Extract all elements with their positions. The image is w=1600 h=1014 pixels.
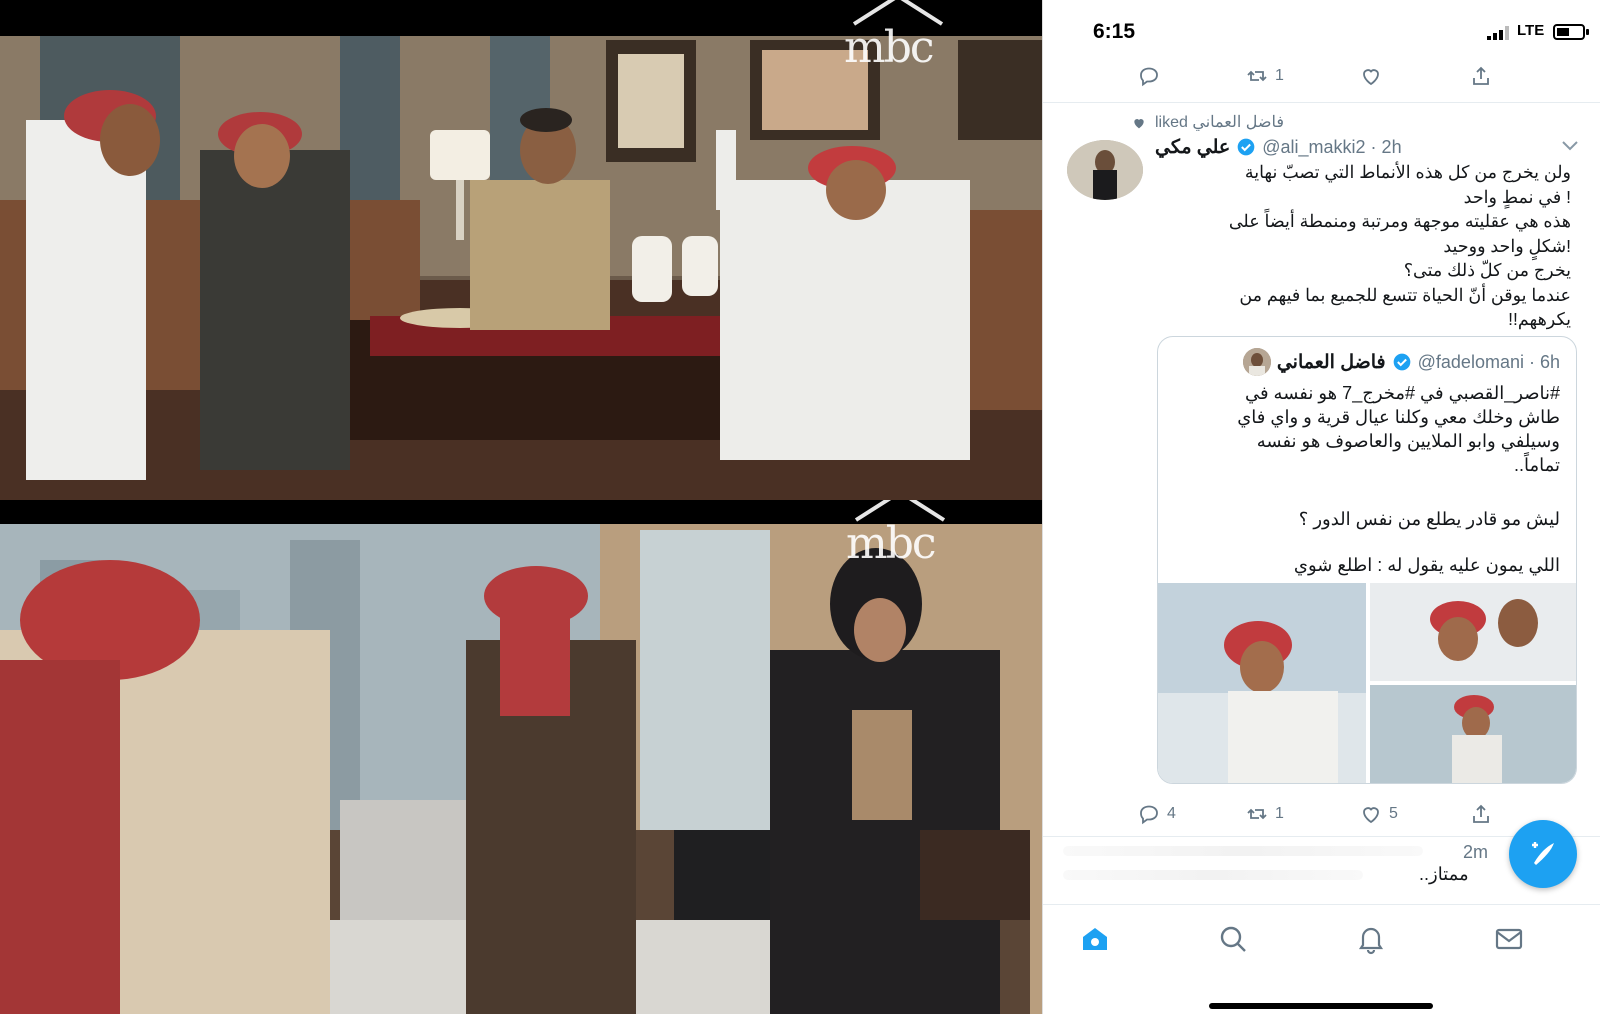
quote-avatar-image [1242,348,1271,376]
reply-count: 4 [1167,805,1176,822]
screenshot-root: mbc mbc 6:15 LTE 1 فاضل العماني liked عل… [0,0,1600,1014]
compose-icon [1532,842,1554,865]
quote-body: #ناصر_القصبي في #مخرج_7 هو نفسه في طاش و… [1170,381,1560,577]
tweet-body: ولن يخرج من كل هذه الأنماط التي تصبّ نها… [1155,160,1571,332]
status-bar: 6:15 LTE [1043,0,1600,62]
share-icon [1473,66,1489,85]
like-button[interactable]: 5 [1359,802,1398,826]
logo-roof-icon [854,500,946,522]
battery-cap [1586,29,1589,35]
quote-closing: اللي يمون عليه يقول له : اطلع شوي [1293,555,1560,575]
tweet-line: هذه هي عقليته موجهة ومرتبة ومنمطة أيضاً … [1228,211,1571,231]
bell-icon[interactable] [1355,923,1387,955]
avatar-image [1067,140,1143,200]
quote-line: #ناصر_القصبي في #مخرج_7 هو نفسه في [1244,383,1560,403]
prev-tweet-actions: 1 [1043,64,1600,98]
reply-button[interactable] [1137,64,1167,88]
tweet-line: يكرههم!! [1508,309,1571,329]
verified-badge-icon [1237,138,1255,156]
mbc-logo-text: mbc [844,22,935,73]
video-stills: mbc mbc [0,0,1042,1014]
quote-header: فاضل العماني @fadelomani · 6h [1158,348,1576,376]
home-indicator [1209,1003,1433,1009]
quote-line: تماماً.. [1513,455,1560,475]
reply-button[interactable]: 4 [1137,802,1176,826]
retweet-count: 1 [1275,805,1284,822]
tweet-line: ولن يخرج من كل هذه الأنماط التي تصبّ نها… [1244,162,1571,182]
quote-line: وسيلفي وابو الملايين والعاصوف هو نفسه [1256,431,1560,451]
quote-avatar [1242,348,1271,376]
social-context: فاضل العماني liked [1043,112,1600,132]
twitter-phone-screen: 6:15 LTE 1 فاضل العماني liked علي مكي @a… [1042,0,1600,1014]
blurred-content [1063,870,1363,880]
reply-icon [1140,67,1158,87]
media-thumbnails [1158,583,1576,783]
like-count: 5 [1389,805,1398,822]
tweet-header: علي مكي @ali_makki2 · 2h [1155,134,1565,160]
bottom-tab-bar [1043,904,1600,1014]
retweet-count: 1 [1275,67,1284,84]
share-button[interactable] [1469,802,1493,826]
next-tweet-text: ممتاز.. [1419,864,1469,884]
mbc-logo-bottom: mbc [846,500,946,569]
verified-badge-icon [1393,353,1410,371]
office-scene [0,500,1042,1014]
like-button[interactable] [1359,64,1389,88]
quote-question: ليش مو قادر يطلع من نفس الدور ؟ [1298,509,1560,529]
retweet-button[interactable]: 1 [1245,64,1284,88]
next-tweet-time: 2m [1463,842,1489,862]
tweet-line: ! في نمطٍ واحد [1463,186,1571,207]
quote-handle-time: @fadelomani · 6h [1417,351,1560,372]
home-icon[interactable] [1079,923,1111,955]
reply-icon [1140,805,1158,825]
quote-media-grid[interactable] [1158,583,1576,783]
blurred-content [1063,846,1423,856]
battery-icon [1553,24,1585,40]
author-name[interactable]: علي مكي [1155,136,1230,159]
retweet-button[interactable]: 1 [1245,802,1284,826]
status-time: 6:15 [1093,20,1136,43]
author-handle-time: @ali_makki2 · 2h [1262,136,1402,157]
divider [1043,102,1600,103]
quote-spacer [1170,531,1560,555]
living-room-scene [0,0,1042,500]
tweet-line: عندما يوقن أنّ الحياة تتسع للجميع بما في… [1239,284,1571,305]
heart-icon [1363,807,1379,824]
quoted-tweet[interactable]: فاضل العماني @fadelomani · 6h #ناصر_القص… [1157,336,1577,784]
quote-spacer [1170,477,1560,501]
search-icon[interactable] [1217,923,1249,955]
heart-icon [1363,69,1379,86]
liked-by-text: فاضل العماني liked [1155,114,1284,131]
mbc-logo-text: mbc [846,518,937,569]
signal-icon [1487,26,1509,40]
mbc-logo-top: mbc [844,0,944,73]
quote-line: طاش وخلك معي وكلنا عيال قرية و واي فاي [1237,407,1560,427]
tweet-line: !شكلٍ واحد ووحيد [1443,235,1571,256]
share-button[interactable] [1469,64,1493,88]
mail-icon[interactable] [1493,923,1525,955]
retweet-icon [1247,808,1267,820]
still-office: mbc [0,500,1042,1014]
retweet-icon [1247,70,1267,82]
still-living-room: mbc [0,0,1042,500]
heart-icon [1134,119,1144,129]
compose-tweet-button[interactable] [1509,820,1577,888]
network-label: LTE [1517,22,1545,39]
logo-roof-icon [852,0,944,26]
share-icon [1473,804,1489,823]
tweet-line: يخرج من كلّ ذلك متى؟ [1403,260,1571,280]
quote-author-name: فاضل العماني [1276,351,1386,373]
avatar[interactable] [1067,140,1143,200]
